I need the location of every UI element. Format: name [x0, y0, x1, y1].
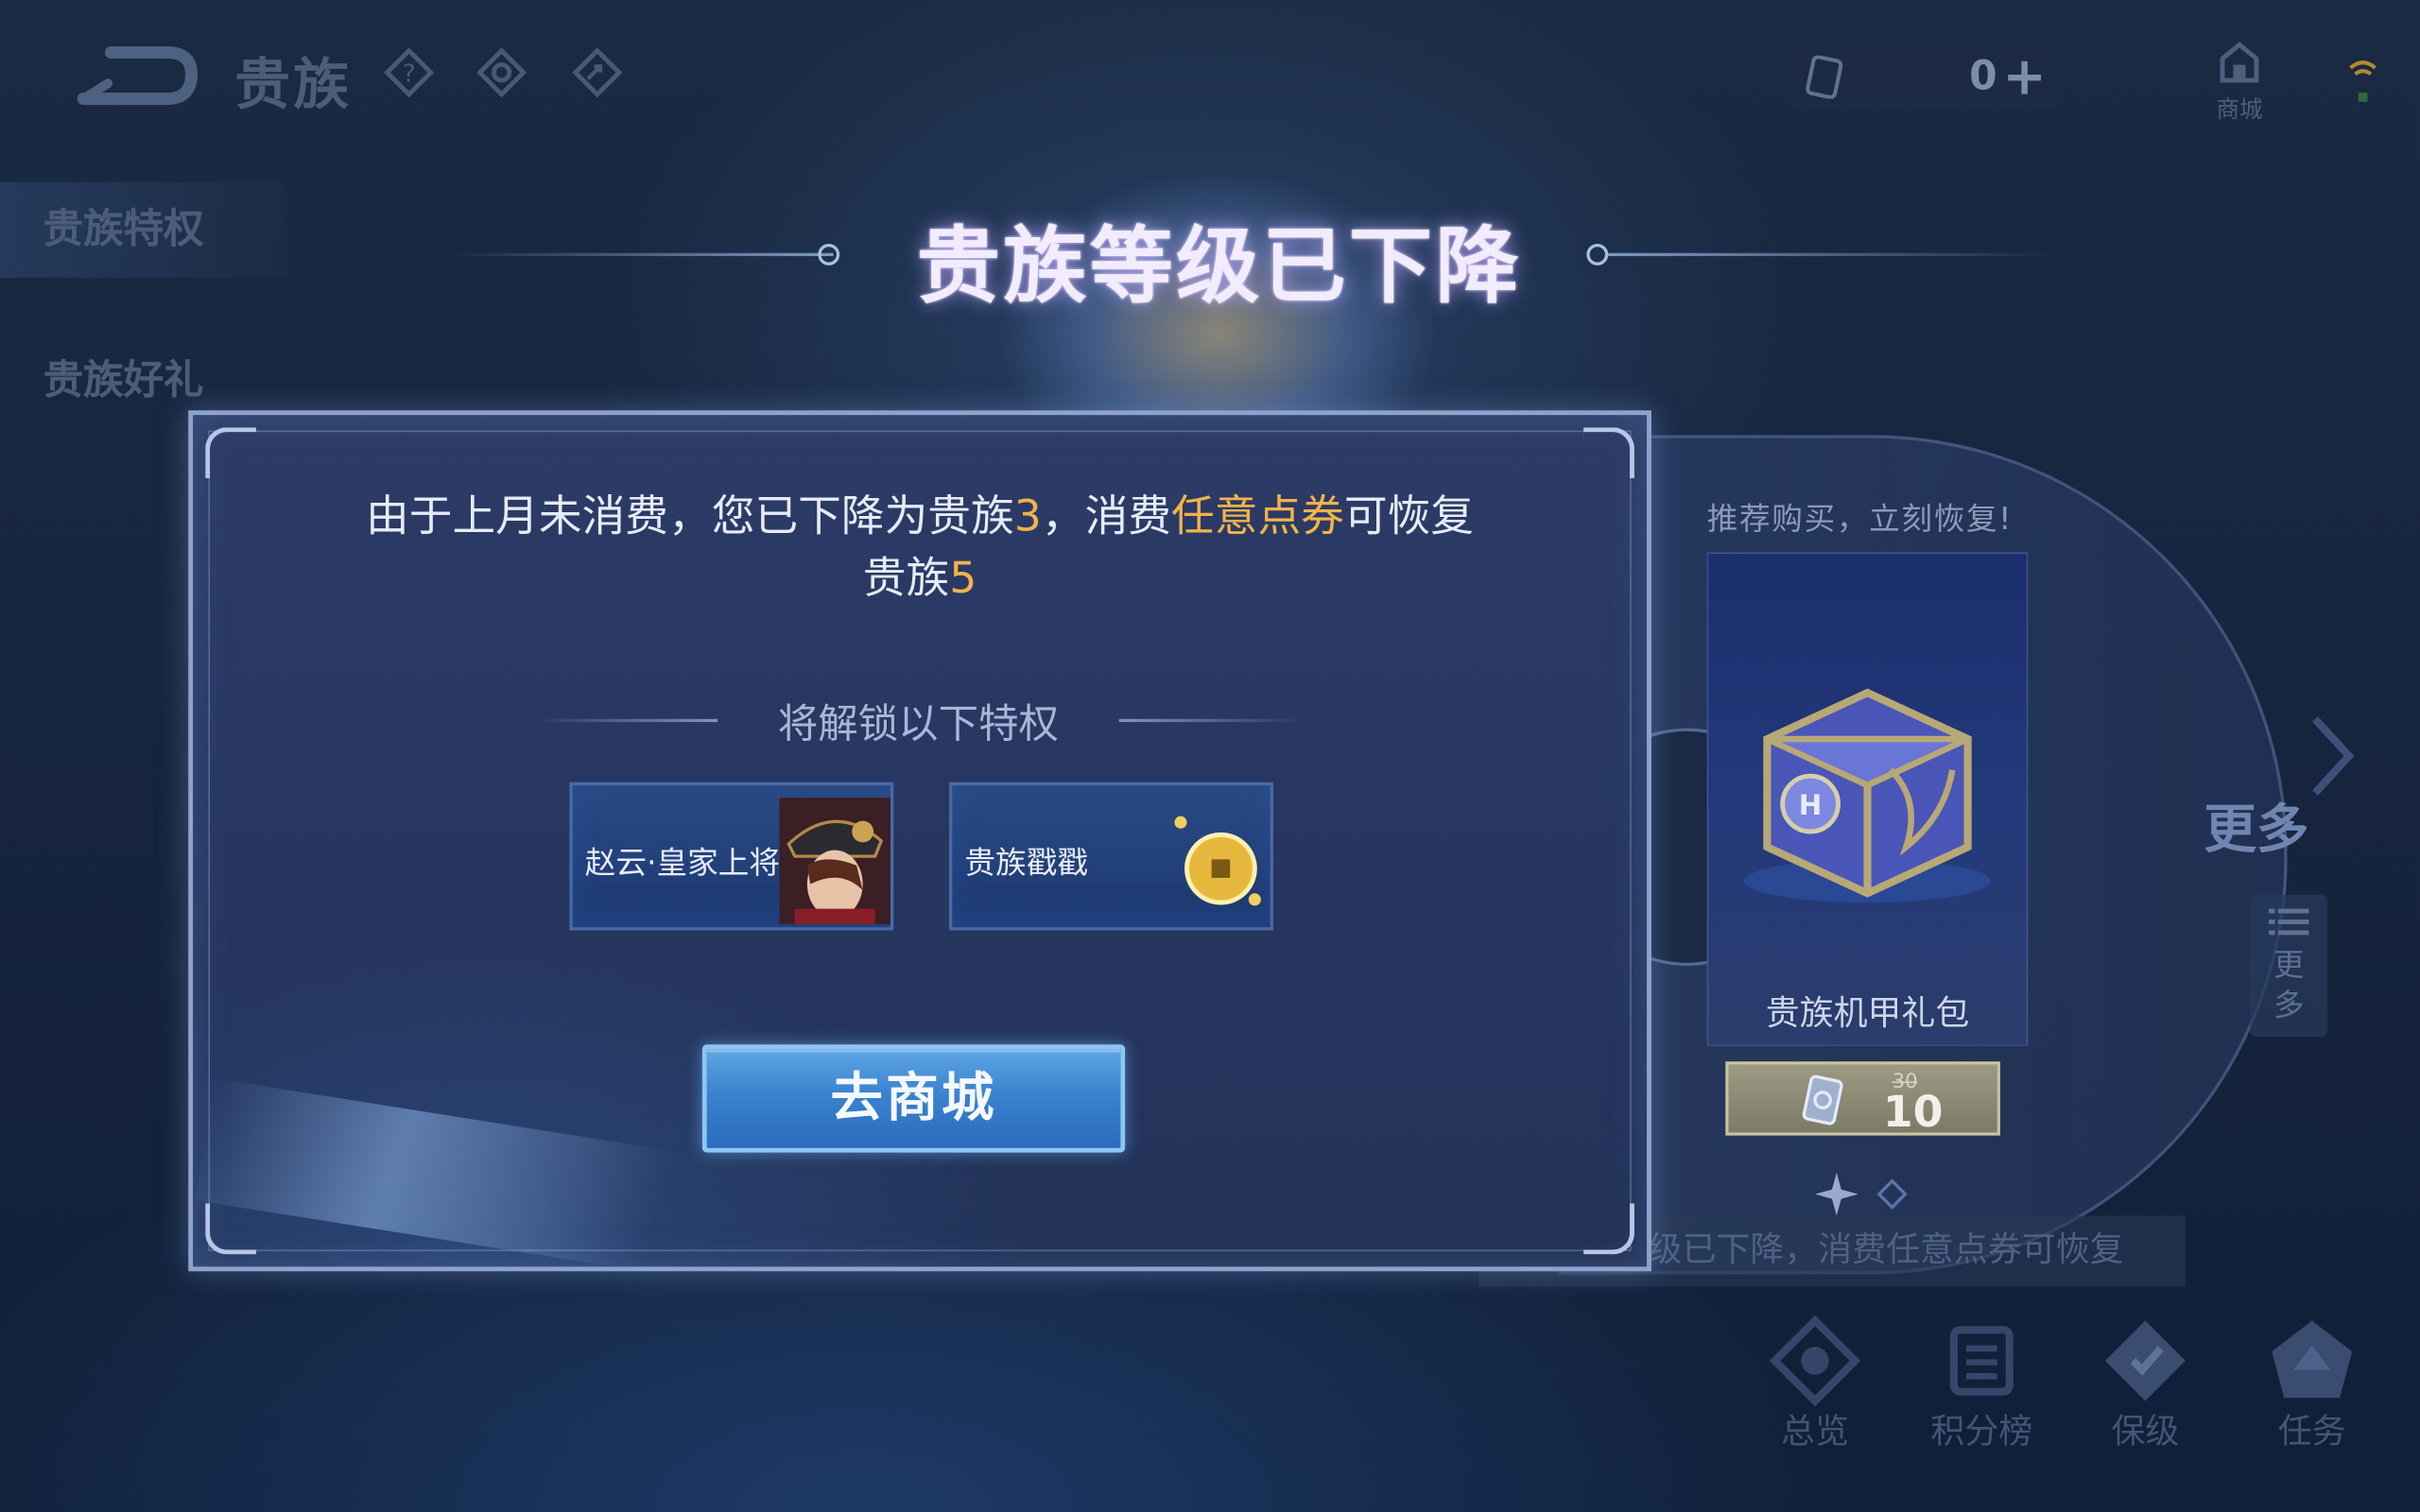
- shop-icon: [2220, 42, 2259, 83]
- frame-corner: [1583, 1203, 1634, 1255]
- back-button[interactable]: [77, 43, 198, 106]
- game-screen: 贵族 ? 0 + 商城 贵族特权 贵族好礼 推荐购买，立刻恢复! H 贵族机甲礼…: [0, 0, 2420, 1512]
- back-icon: [77, 45, 198, 106]
- tab-noble-gift[interactable]: 贵族好礼: [43, 349, 204, 405]
- recommend-title: 推荐购买，立刻恢复!: [1706, 499, 2014, 538]
- level-drop-dialog: 由于上月未消费，您已下降为贵族3，消费任意点券可恢复 贵族5 将解锁以下特权 赵…: [188, 410, 1651, 1302]
- message-text: 贵族: [862, 552, 950, 604]
- message-text: ，消费: [1041, 490, 1172, 542]
- go-to-shop-button[interactable]: 去商城: [701, 1044, 1126, 1153]
- recommend-item-name: 贵族机甲礼包: [1765, 995, 1970, 1034]
- nav-overview-label: 总览: [1781, 1413, 1849, 1452]
- nav-ranking[interactable]: 积分榜: [1920, 1314, 2044, 1453]
- current-level: 3: [1013, 490, 1042, 542]
- carousel-pager: [1814, 1172, 1908, 1216]
- header-title: 贵族: [234, 54, 353, 118]
- svg-text:H: H: [1799, 789, 1823, 821]
- svg-text:?: ?: [403, 60, 416, 89]
- help-icon[interactable]: ?: [383, 46, 436, 99]
- privilege-card-stamp[interactable]: 贵族戳戳: [949, 782, 1273, 931]
- coupon-highlight: 任意点券: [1171, 490, 1344, 542]
- protect-icon: [2104, 1320, 2186, 1401]
- tab-noble-privilege[interactable]: 贵族特权: [0, 181, 287, 278]
- privilege-label: 赵云·皇家上将: [584, 844, 781, 882]
- sale-price: 10: [1882, 1086, 1944, 1138]
- ranking-icon: [1949, 1326, 2014, 1396]
- more-list-label: 更多: [2273, 945, 2305, 1023]
- unlock-heading: 将解锁以下特权: [532, 693, 1305, 748]
- coupon-icon: [1802, 1074, 1843, 1125]
- settings-icon[interactable]: [475, 46, 528, 99]
- nav-overview[interactable]: 总览: [1754, 1314, 1877, 1453]
- page-title: 贵族等级已下降: [916, 215, 1522, 316]
- dialog-message: 由于上月未消费，您已下降为贵族3，消费任意点券可恢复 贵族5: [285, 486, 1554, 610]
- shop-nav-button[interactable]: 商城: [2204, 37, 2274, 124]
- privilege-card-skin[interactable]: 赵云·皇家上将: [569, 782, 894, 931]
- hero-portrait: [779, 798, 891, 924]
- go-to-shop-label: 去商城: [830, 1067, 997, 1130]
- message-text: 可恢复: [1343, 490, 1475, 542]
- task-icon: [2272, 1320, 2353, 1399]
- coupon-icon: [1806, 55, 1843, 99]
- overview-icon: [1769, 1314, 1861, 1407]
- frame-corner: [205, 427, 257, 479]
- nav-protect-label: 保级: [2111, 1413, 2180, 1452]
- coupon-balance[interactable]: 0 +: [1789, 45, 2063, 109]
- share-icon[interactable]: [571, 46, 624, 99]
- recommend-item-card[interactable]: H 贵族机甲礼包: [1706, 552, 2029, 1046]
- frame-corner: [1583, 427, 1634, 479]
- nav-protect[interactable]: 保级: [2083, 1314, 2207, 1453]
- restore-level: 5: [949, 552, 977, 604]
- message-text: 由于上月未消费，您已下降为贵族: [366, 490, 1014, 542]
- shop-nav-label: 商城: [2216, 95, 2263, 124]
- more-button-label: 更多: [2204, 799, 2309, 862]
- nav-task[interactable]: 任务: [2250, 1314, 2374, 1453]
- divider-right: [1118, 718, 1305, 723]
- nav-task-label: 任务: [2277, 1413, 2346, 1452]
- list-icon: [2268, 908, 2309, 936]
- title-banner: 贵族等级已下降: [386, 92, 2053, 494]
- frame-corner: [205, 1203, 257, 1255]
- add-coupon-button[interactable]: +: [2002, 46, 2047, 108]
- more-list-button[interactable]: 更多: [2250, 894, 2328, 1038]
- nav-ranking-label: 积分榜: [1930, 1413, 2033, 1452]
- gold-coin-icon: [1174, 816, 1261, 906]
- mecha-chest-image: H: [1743, 688, 1992, 903]
- chevron-right-icon[interactable]: [2306, 710, 2361, 802]
- recommend-buy-button[interactable]: 30 10: [1725, 1061, 2000, 1138]
- coupon-balance-value: 0: [1969, 54, 1997, 101]
- signal-icon: [2346, 53, 2380, 106]
- privilege-label: 贵族戳戳: [964, 844, 1089, 882]
